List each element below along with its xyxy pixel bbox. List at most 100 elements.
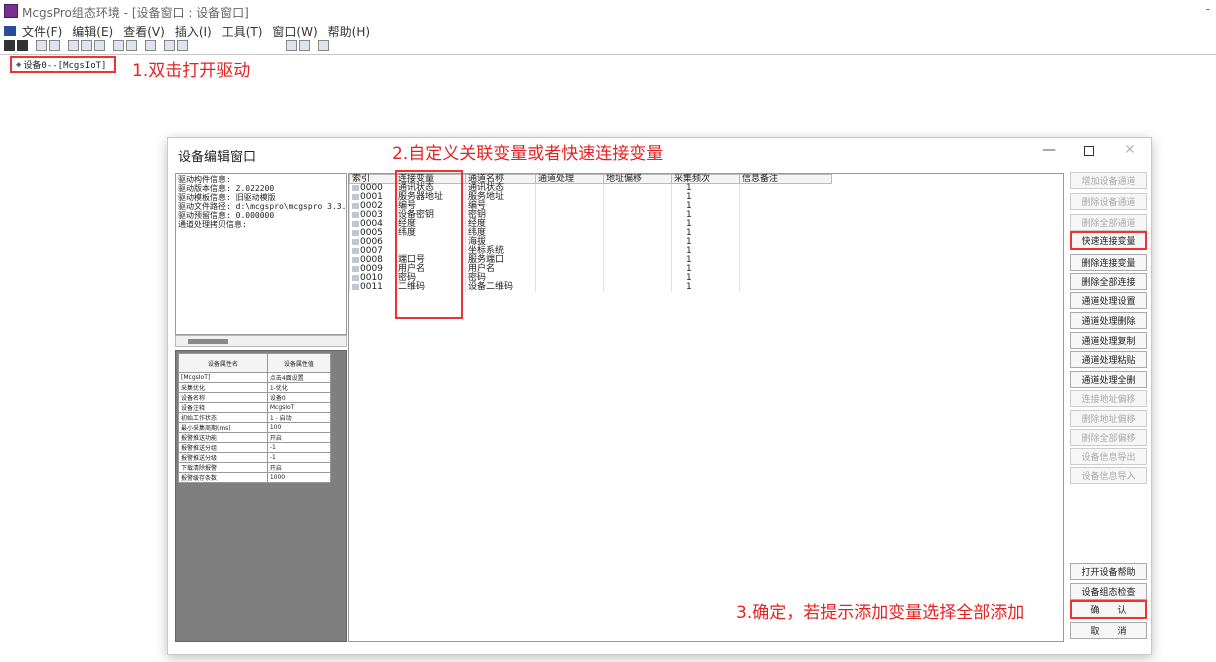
app-title: McgsPro组态环境 - [设备窗口 : 设备窗口] <box>22 6 249 20</box>
property-value[interactable]: 100 <box>266 422 332 433</box>
property-row[interactable]: 采集优化 1-优化 <box>178 382 332 393</box>
col-freq[interactable]: 采集频次 <box>671 174 740 184</box>
property-row[interactable]: 报警推送分组 -1 <box>178 442 332 453</box>
addr-offset-connect-button[interactable]: 连接地址偏移 <box>1070 390 1147 407</box>
menu-window[interactable]: 窗口(W) <box>272 23 317 40</box>
grid-icon[interactable] <box>164 40 175 51</box>
tool-icon[interactable] <box>145 40 156 51</box>
print-icon[interactable] <box>36 40 47 51</box>
property-value[interactable]: 1000 <box>266 472 332 483</box>
info-line: 驱动模板信息: 旧驱动模版 <box>178 193 276 202</box>
property-row[interactable]: 报警推送功能 开启 <box>178 432 332 443</box>
save-icon[interactable] <box>17 40 28 51</box>
channel-freq: 1 <box>671 228 740 238</box>
window-icon[interactable] <box>299 40 310 51</box>
cut-icon[interactable] <box>68 40 79 51</box>
property-row[interactable]: 报警缓存条数 1000 <box>178 472 332 483</box>
property-row[interactable]: 设备名称 设备0 <box>178 392 332 403</box>
proc-delete-all-button[interactable]: 通道处理全删 <box>1070 371 1147 388</box>
property-row[interactable]: 初始工作状态 1 - 启动 <box>178 412 332 423</box>
channel-icon <box>352 220 359 227</box>
proc-settings-button[interactable]: 通道处理设置 <box>1070 292 1147 309</box>
device-node[interactable]: ◈ 设备0--[McgsIoT] <box>10 56 116 73</box>
channel-freq: 1 <box>671 210 740 220</box>
property-value[interactable]: 1 - 启动 <box>266 412 332 423</box>
property-row[interactable]: 最小采集周期(ms) 100 <box>178 422 332 433</box>
delete-channel-button[interactable]: 删除设备通道 <box>1070 193 1147 210</box>
undo-icon[interactable] <box>113 40 124 51</box>
channel-icon <box>352 211 359 218</box>
channel-proc <box>535 273 604 283</box>
property-row[interactable]: [McgsIoT] 点击4面设置 <box>178 372 332 383</box>
align-icon[interactable] <box>286 40 297 51</box>
quick-connect-button[interactable]: 快速连接变量 <box>1070 231 1147 250</box>
channel-freq: 1 <box>671 219 740 229</box>
menu-edit[interactable]: 编辑(E) <box>72 23 113 40</box>
info-scroll-thumb[interactable] <box>188 339 228 344</box>
property-value[interactable]: -1 <box>266 452 332 463</box>
channel-icon <box>352 184 359 191</box>
col-index[interactable]: 索引 <box>349 174 396 184</box>
channel-remark <box>739 246 832 256</box>
layout-icon[interactable] <box>177 40 188 51</box>
add-channel-button[interactable]: 增加设备通道 <box>1070 172 1147 189</box>
channel-proc <box>535 246 604 256</box>
copy-icon[interactable] <box>81 40 92 51</box>
channel-proc <box>535 264 604 274</box>
preview-icon[interactable] <box>49 40 60 51</box>
config-check-button[interactable]: 设备组态检查 <box>1070 583 1147 600</box>
delete-connect-button[interactable]: 删除连接变量 <box>1070 254 1147 271</box>
dialog-minimize-button[interactable]: — <box>1042 142 1056 158</box>
info-line: 驱动预留信息: 0.000000 <box>178 211 275 220</box>
confirm-button[interactable]: 确 认 <box>1070 600 1147 619</box>
property-value[interactable]: -1 <box>266 442 332 453</box>
property-value[interactable]: 开启 <box>266 432 332 443</box>
property-value[interactable]: 1-优化 <box>266 382 332 393</box>
channel-freq: 1 <box>671 192 740 202</box>
annotation-step1: 1.双击打开驱动 <box>132 61 251 81</box>
dialog-maximize-button[interactable] <box>1084 146 1094 156</box>
channel-remark <box>739 255 832 265</box>
menu-tools[interactable]: 工具(T) <box>222 23 263 40</box>
addr-offset-delete-button[interactable]: 删除地址偏移 <box>1070 410 1147 427</box>
settings-icon[interactable] <box>318 40 329 51</box>
col-addr-offset[interactable]: 地址偏移 <box>603 174 672 184</box>
property-value[interactable]: 点击4面设置 <box>266 372 332 383</box>
proc-paste-button[interactable]: 通道处理粘贴 <box>1070 351 1147 368</box>
property-row[interactable]: 下载清除报警 开启 <box>178 462 332 473</box>
menu-file[interactable]: 文件(F) <box>22 23 62 40</box>
channel-remark <box>739 237 832 247</box>
import-info-button[interactable]: 设备信息导入 <box>1070 467 1147 484</box>
menu-insert[interactable]: 插入(I) <box>175 23 212 40</box>
dialog-close-button[interactable]: ✕ <box>1124 142 1136 158</box>
paste-icon[interactable] <box>94 40 105 51</box>
property-value[interactable]: McgsIoT <box>266 402 332 413</box>
channel-freq: 1 <box>671 183 740 193</box>
toolbar-divider <box>0 54 1216 55</box>
toolbar <box>0 40 350 54</box>
channel-freq: 1 <box>671 201 740 211</box>
property-value[interactable]: 开启 <box>266 462 332 473</box>
redo-icon[interactable] <box>126 40 137 51</box>
delete-all-channels-button[interactable]: 删除全部通道 <box>1070 214 1147 231</box>
connect-var-highlight <box>395 170 463 319</box>
info-line: 驱动版本信息: 2.022200 <box>178 184 275 193</box>
menu-help[interactable]: 帮助(H) <box>328 23 370 40</box>
minimize-button[interactable]: - <box>1206 2 1210 16</box>
new-icon[interactable] <box>4 40 15 51</box>
col-channel-proc[interactable]: 通道处理 <box>535 174 604 184</box>
channel-remark <box>739 192 832 202</box>
cancel-button[interactable]: 取 消 <box>1070 622 1147 639</box>
property-row[interactable]: 报警推送分级 -1 <box>178 452 332 463</box>
delete-all-offset-button[interactable]: 删除全部偏移 <box>1070 429 1147 446</box>
proc-delete-button[interactable]: 通道处理删除 <box>1070 312 1147 329</box>
property-value[interactable]: 设备0 <box>266 392 332 403</box>
app-logo-icon <box>4 4 18 18</box>
col-remark[interactable]: 信息备注 <box>739 174 832 184</box>
delete-all-connect-button[interactable]: 删除全部连接 <box>1070 273 1147 290</box>
property-row[interactable]: 设备注释 McgsIoT <box>178 402 332 413</box>
open-help-button[interactable]: 打开设备帮助 <box>1070 563 1147 580</box>
export-info-button[interactable]: 设备信息导出 <box>1070 448 1147 465</box>
proc-copy-button[interactable]: 通道处理复制 <box>1070 332 1147 349</box>
menu-view[interactable]: 查看(V) <box>123 23 165 40</box>
